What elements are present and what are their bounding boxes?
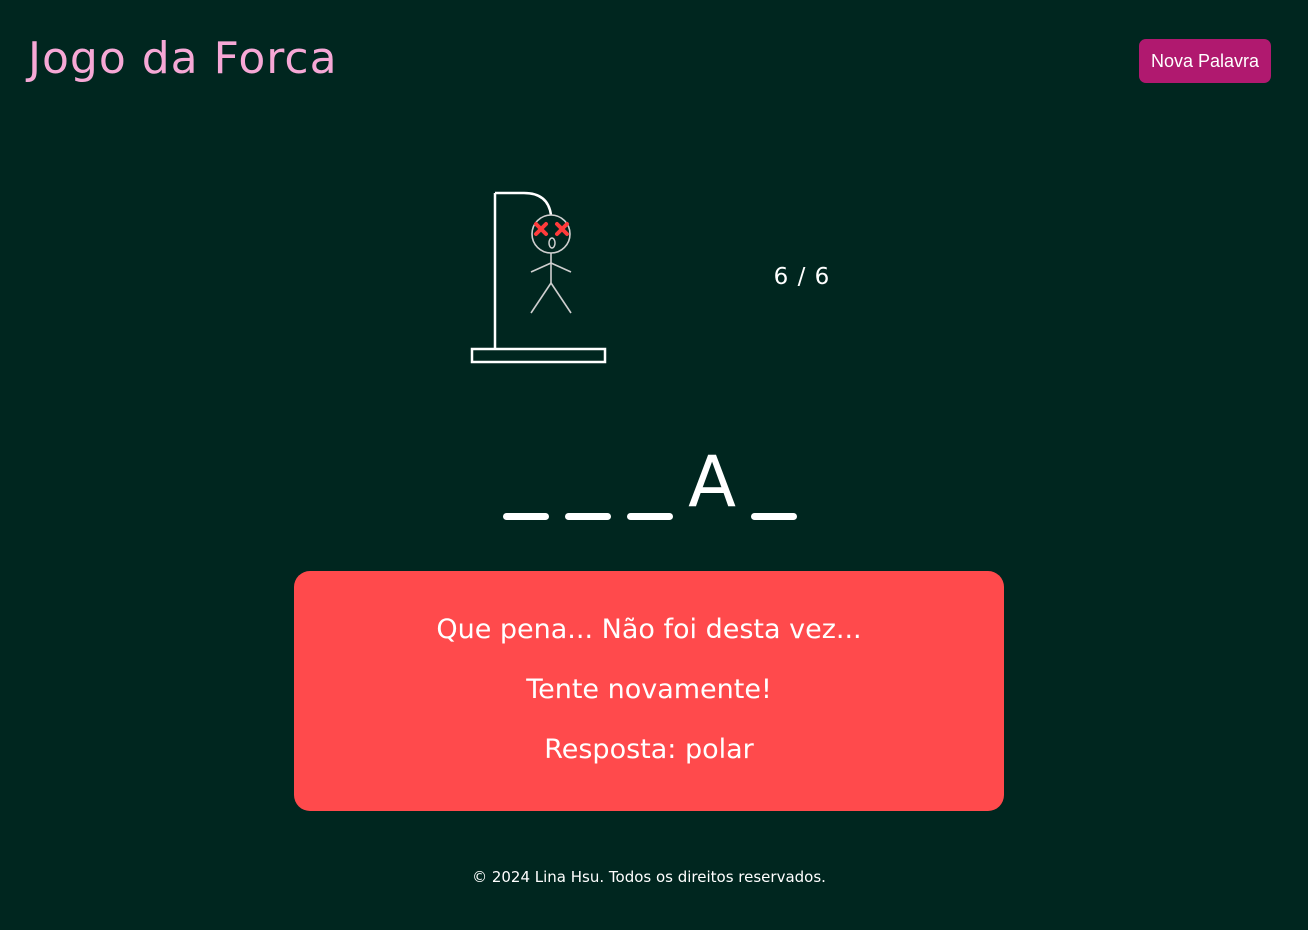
- word-slot: [503, 440, 549, 524]
- letter-underline: [565, 513, 611, 520]
- result-answer: Resposta: polar: [544, 734, 754, 765]
- hangman-mouth: [548, 237, 556, 249]
- word-slot: [751, 440, 797, 524]
- result-line-2: Tente novamente!: [526, 674, 772, 705]
- hangman-right-leg: [550, 282, 572, 314]
- dead-eyes-icon: [534, 222, 569, 236]
- hangman-right-arm: [550, 262, 572, 273]
- result-line-1: Que pena... Não foi desta vez...: [436, 614, 862, 645]
- word-display: A: [480, 440, 820, 524]
- gallows-base: [470, 347, 607, 364]
- page-title: Jogo da Forca: [28, 33, 338, 84]
- new-word-button[interactable]: Nova Palavra: [1139, 39, 1271, 83]
- letter-underline: [503, 513, 549, 520]
- letter-underline: [751, 513, 797, 520]
- error-counter: 6 / 6: [773, 264, 831, 290]
- hangman-left-arm: [530, 262, 552, 273]
- hangman-drawing: [470, 191, 607, 364]
- hangman-page: Jogo da Forca Nova Palavra 6 / 6 A Que p…: [0, 0, 1308, 930]
- gallows-beam: [495, 191, 553, 216]
- word-slot: [627, 440, 673, 524]
- word-slot: A: [688, 440, 736, 524]
- hangman-left-leg: [530, 282, 552, 314]
- result-message-box: Que pena... Não foi desta vez... Tente n…: [294, 571, 1004, 811]
- word-slot: [565, 440, 611, 524]
- footer-copyright: © 2024 Lina Hsu. Todos os direitos reser…: [472, 868, 826, 886]
- word-letter: A: [688, 441, 736, 523]
- letter-underline: [627, 513, 673, 520]
